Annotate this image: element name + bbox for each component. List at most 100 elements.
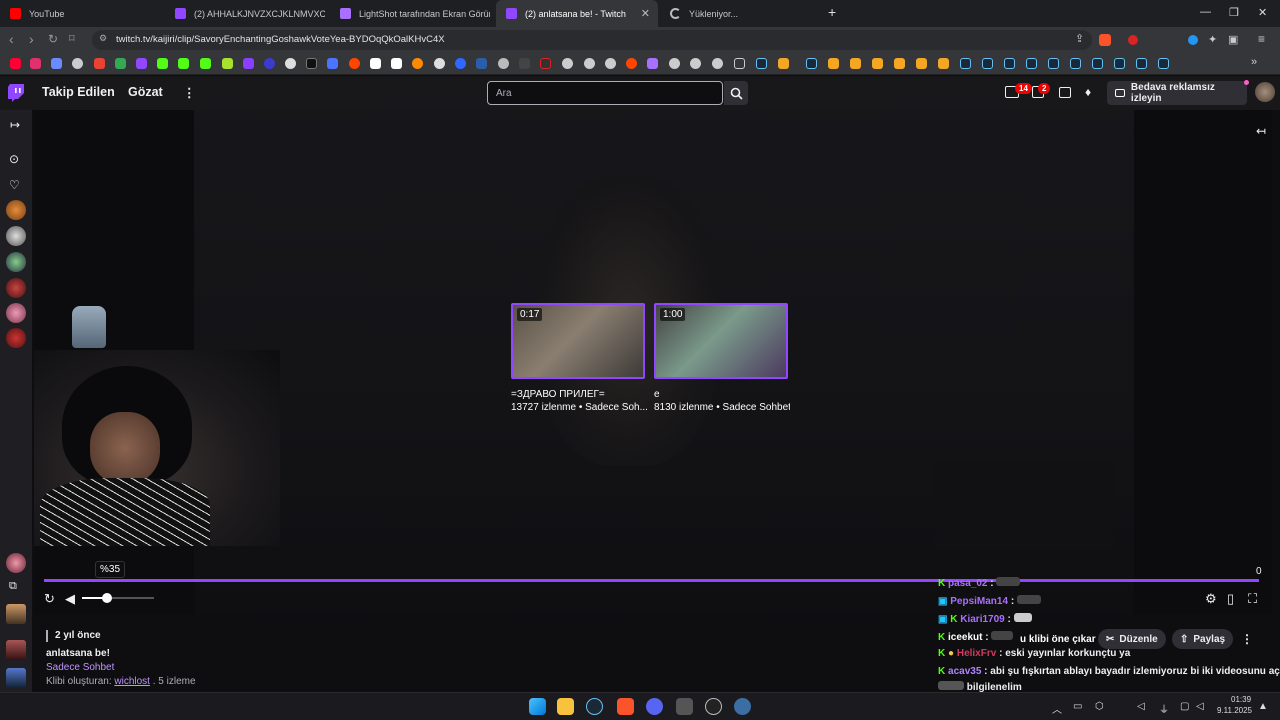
brave-shields-icon[interactable] xyxy=(1099,34,1111,46)
bookmark-kick-icon[interactable] xyxy=(157,58,168,69)
discord-icon[interactable] xyxy=(646,698,663,715)
bookmark-icon[interactable] xyxy=(72,58,83,69)
bookmark-icon[interactable] xyxy=(778,58,789,69)
network-icon[interactable]: ▢ xyxy=(1180,701,1189,712)
bookmark-icon[interactable] xyxy=(894,58,905,69)
bookmark-icon[interactable] xyxy=(540,58,551,69)
battery-icon[interactable]: ▭ xyxy=(1073,701,1082,712)
tray-icon[interactable]: ⬡ xyxy=(1095,701,1104,712)
channel-avatar[interactable] xyxy=(6,604,26,624)
volume-knob[interactable] xyxy=(102,593,113,603)
bookmark-icon[interactable] xyxy=(828,58,839,69)
new-tab-icon[interactable]: + xyxy=(828,4,836,20)
nav-following[interactable]: Takip Edilen xyxy=(42,85,115,99)
copy-icon[interactable]: ⧉ xyxy=(9,580,17,593)
bookmark-steam-icon[interactable] xyxy=(1092,58,1103,69)
volume-tray-icon[interactable]: ◁ xyxy=(1196,701,1204,712)
search-button[interactable] xyxy=(724,81,748,105)
app-icon[interactable] xyxy=(705,698,722,715)
bookmark-icon[interactable] xyxy=(327,58,338,69)
bookmark-icon[interactable] xyxy=(562,58,573,69)
bookmark-twitch-icon[interactable] xyxy=(136,58,147,69)
reload-icon[interactable]: ↻ xyxy=(48,32,58,46)
recommended-icon[interactable]: ⊙ xyxy=(9,152,19,166)
share-button[interactable]: ⇧ Paylaş xyxy=(1172,629,1234,649)
clip-category[interactable]: Sadece Sohbet xyxy=(46,662,114,673)
app-icon[interactable] xyxy=(734,698,751,715)
bookmark-steam-icon[interactable] xyxy=(1136,58,1147,69)
whispers-icon[interactable] xyxy=(1059,87,1071,98)
bookmark-x-icon[interactable] xyxy=(306,58,317,69)
tab-lightshot[interactable]: LightShot tarafından Ekran Görüntüs xyxy=(330,0,490,27)
feature-clip-button[interactable]: u klibi öne çıkar xyxy=(1012,629,1104,649)
bookmark-icon[interactable] xyxy=(850,58,861,69)
volume-slider[interactable] xyxy=(82,593,154,603)
clip-title[interactable]: =ЗДРАВО ПРИЛЕГ= xyxy=(511,389,647,400)
bookmark-icon[interactable] xyxy=(519,58,530,69)
video-player[interactable]: 0:17 =ЗДРАВО ПРИЛЕГ= 13727 izlenme • Sad… xyxy=(34,110,1272,615)
replay-icon[interactable]: ↻ xyxy=(44,592,55,605)
channel-avatar[interactable] xyxy=(6,303,26,323)
minimize-icon[interactable]: — xyxy=(1200,6,1211,18)
bookmark-icon[interactable] xyxy=(872,58,883,69)
file-explorer-icon[interactable] xyxy=(557,698,574,715)
bookmark-steam-icon[interactable] xyxy=(1004,58,1015,69)
close-tab-icon[interactable]: ✕ xyxy=(641,7,650,20)
notifications-icon[interactable]: 14 xyxy=(1005,83,1032,98)
bookmark-reddit-icon[interactable] xyxy=(626,58,637,69)
bookmark-icon[interactable] xyxy=(455,58,466,69)
ad-free-button[interactable]: Bedava reklamsız izleyin xyxy=(1107,81,1247,105)
maximize-icon[interactable]: ❐ xyxy=(1229,6,1239,19)
bookmark-steam-icon[interactable] xyxy=(756,58,767,69)
creator-link[interactable]: wichlost xyxy=(114,676,150,687)
twitch-logo-icon[interactable] xyxy=(8,84,24,102)
prime-crown-icon[interactable]: ♦ xyxy=(1085,85,1091,99)
bookmark-icon[interactable] xyxy=(51,58,62,69)
bookmark-steam-icon[interactable] xyxy=(1114,58,1125,69)
site-info-icon[interactable]: ⚙ xyxy=(99,33,107,44)
bookmark-icon[interactable] xyxy=(584,58,595,69)
clock-date[interactable]: 9.11.2025 xyxy=(1217,706,1252,715)
clip-title[interactable]: e xyxy=(654,389,790,400)
extension-icon[interactable] xyxy=(1188,35,1198,45)
speaker-icon[interactable]: ◁ xyxy=(1137,701,1145,712)
bookmark-reddit-icon[interactable] xyxy=(349,58,360,69)
steam-icon[interactable] xyxy=(586,698,603,715)
nav-browse[interactable]: Gözat xyxy=(128,85,163,99)
inbox-icon[interactable]: 2 xyxy=(1032,83,1051,98)
tray-overflow-icon[interactable]: ︿ xyxy=(1052,701,1062,716)
ublock-icon[interactable] xyxy=(1128,35,1138,45)
bookmark-gmail-icon[interactable] xyxy=(94,58,105,69)
bookmark-steam-icon[interactable] xyxy=(960,58,971,69)
brave-icon[interactable] xyxy=(617,698,634,715)
clock-time[interactable]: 01:39 xyxy=(1231,695,1251,704)
bookmark-icon[interactable] xyxy=(690,58,701,69)
bookmark-icon[interactable] xyxy=(243,58,254,69)
share-page-icon[interactable]: ⇪ xyxy=(1075,32,1084,46)
back-icon[interactable]: ‹ xyxy=(9,32,14,46)
sidebar-toggle-icon[interactable]: ▣ xyxy=(1228,33,1238,47)
notification-center-icon[interactable]: ▲ xyxy=(1258,701,1268,712)
bookmark-icon[interactable] xyxy=(605,58,616,69)
clip-thumbnail[interactable]: 0:17 xyxy=(511,303,645,379)
mic-icon[interactable]: ⏚ xyxy=(1159,701,1169,716)
channel-avatar[interactable] xyxy=(6,668,26,688)
bookmark-icon[interactable] xyxy=(916,58,927,69)
bookmark-icon[interactable] xyxy=(391,58,402,69)
channel-avatar[interactable] xyxy=(6,278,26,298)
collapse-chat-icon[interactable]: ↤ xyxy=(1256,124,1266,138)
tab-youtube[interactable]: YouTube xyxy=(0,0,162,27)
bookmark-icon[interactable] xyxy=(370,58,381,69)
expand-sidebar-icon[interactable]: ↦ xyxy=(10,118,20,132)
edit-button[interactable]: ✂ Düzenle xyxy=(1098,629,1166,649)
close-window-icon[interactable]: ✕ xyxy=(1258,6,1267,19)
bookmark-icon[interactable] xyxy=(647,58,658,69)
url-field[interactable]: ⚙ twitch.tv/kaijiri/clip/SavoryEnchantin… xyxy=(92,30,1092,50)
bookmark-kick-icon[interactable] xyxy=(178,58,189,69)
bookmark-icon[interactable] xyxy=(222,58,233,69)
bookmark-icon[interactable] xyxy=(669,58,680,69)
bookmark-icon[interactable] xyxy=(434,58,445,69)
folder-icon[interactable] xyxy=(734,58,745,69)
tab-twitch-1[interactable]: (2) AHHALKJNVZXCJKLNMVXCZ OFF xyxy=(165,0,325,27)
bookmark-icon[interactable] xyxy=(938,58,949,69)
